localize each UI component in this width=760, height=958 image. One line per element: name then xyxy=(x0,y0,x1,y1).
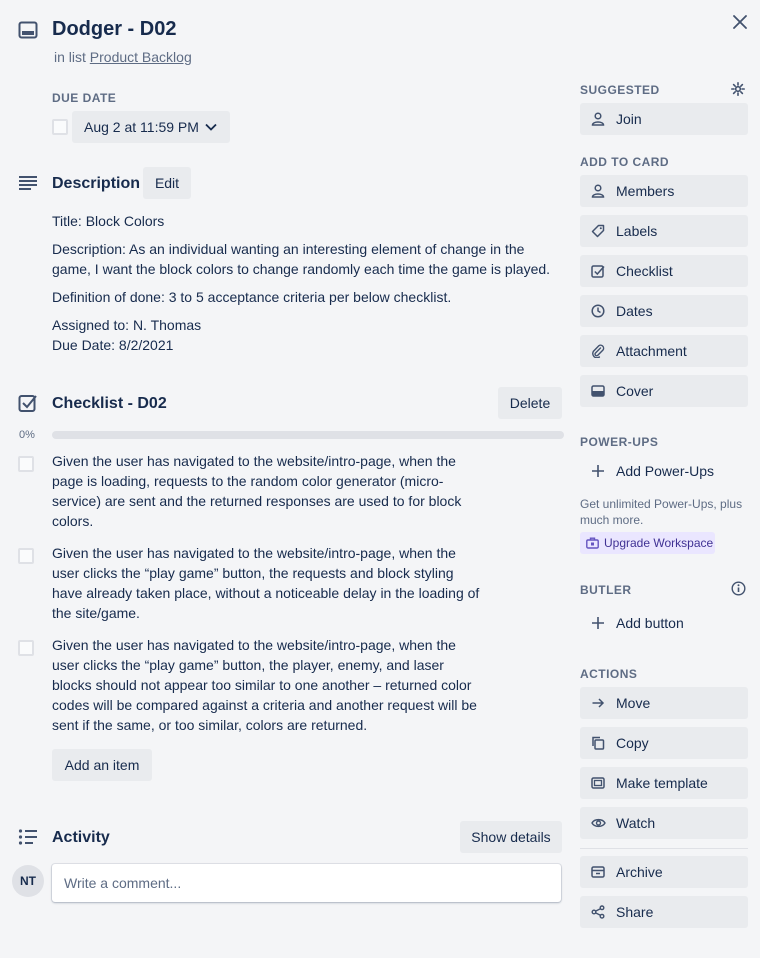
join-label: Join xyxy=(616,111,642,127)
watch-button[interactable]: Watch xyxy=(580,807,748,839)
show-details-button[interactable]: Show details xyxy=(460,821,562,853)
archive-button[interactable]: Archive xyxy=(580,856,748,888)
add-power-ups-button[interactable]: Add Power-Ups xyxy=(580,455,748,487)
make-template-button[interactable]: Make template xyxy=(580,767,748,799)
add-power-ups-label: Add Power-Ups xyxy=(616,463,715,479)
clock-icon xyxy=(590,304,606,318)
checklist-item[interactable]: Given the user has navigated to the webs… xyxy=(52,451,484,531)
tag-icon xyxy=(590,224,606,238)
briefcase-icon xyxy=(586,537,599,549)
checklist-label: Checklist xyxy=(616,263,673,279)
checklist-button[interactable]: Checklist xyxy=(580,255,748,287)
activity-title: Activity xyxy=(52,829,110,846)
close-icon[interactable] xyxy=(728,10,752,34)
checklist-item[interactable]: Given the user has navigated to the webs… xyxy=(52,635,484,735)
attachment-label: Attachment xyxy=(616,343,687,359)
share-label: Share xyxy=(616,904,654,920)
attachment-button[interactable]: Attachment xyxy=(580,335,748,367)
labels-button[interactable]: Labels xyxy=(580,215,748,247)
power-ups-promo-text: Get unlimited Power-Ups, plus much more. xyxy=(580,497,743,527)
checkbox-icon xyxy=(18,393,38,413)
move-label: Move xyxy=(616,695,651,711)
person-icon xyxy=(590,112,606,126)
add-butler-button[interactable]: Add button xyxy=(580,607,748,639)
due-date-value: Aug 2 at 11:59 PM xyxy=(84,119,199,135)
due-date-complete-checkbox[interactable] xyxy=(52,119,68,135)
person-icon xyxy=(590,184,606,198)
cover-icon xyxy=(590,384,606,398)
plus-icon xyxy=(590,616,606,630)
checklist-item-checkbox[interactable] xyxy=(18,456,34,472)
description-text-due: Due Date: 8/2/2021 xyxy=(52,337,174,353)
upgrade-workspace-label: Upgrade Workspace xyxy=(604,536,714,550)
add-button-label: Add button xyxy=(616,615,684,631)
description-text-body: Description: As an individual wanting an… xyxy=(52,241,551,277)
suggested-label: SUGGESTED xyxy=(580,83,660,97)
gear-icon[interactable] xyxy=(729,80,747,98)
chevron-down-icon xyxy=(205,123,217,131)
butler-label: BUTLER xyxy=(580,583,632,597)
arrow-right-icon xyxy=(590,696,606,710)
avatar[interactable]: NT xyxy=(12,865,44,897)
checklist-progress-percent: 0% xyxy=(19,429,35,441)
join-button[interactable]: Join xyxy=(580,103,748,135)
delete-checklist-button[interactable]: Delete xyxy=(498,387,562,419)
labels-label: Labels xyxy=(616,223,658,239)
card-icon xyxy=(18,21,38,39)
sidebar-divider xyxy=(580,848,748,849)
card-title[interactable]: Dodger - D02 xyxy=(52,18,176,41)
checklist-item-checkbox[interactable] xyxy=(18,548,34,564)
power-ups-label: POWER-UPS xyxy=(580,435,659,449)
dates-button[interactable]: Dates xyxy=(580,295,748,327)
archive-icon xyxy=(590,865,606,879)
template-icon xyxy=(590,776,606,790)
due-date-label: DUE DATE xyxy=(52,91,117,105)
share-icon xyxy=(590,905,606,919)
add-to-card-label: ADD TO CARD xyxy=(580,155,670,169)
checklist-item[interactable]: Given the user has navigated to the webs… xyxy=(52,543,484,623)
members-button[interactable]: Members xyxy=(580,175,748,207)
add-checklist-item-button[interactable]: Add an item xyxy=(52,749,152,781)
paperclip-icon xyxy=(590,344,606,358)
comment-input[interactable]: Write a comment... xyxy=(52,864,561,902)
make-template-label: Make template xyxy=(616,775,708,791)
info-icon[interactable] xyxy=(729,579,747,597)
plus-icon xyxy=(590,464,606,478)
in-list-prefix: in list xyxy=(54,49,86,65)
in-list-breadcrumb: in list Product Backlog xyxy=(54,49,192,65)
list-link[interactable]: Product Backlog xyxy=(90,49,192,65)
dates-label: Dates xyxy=(616,303,653,319)
share-button[interactable]: Share xyxy=(580,896,748,928)
move-button[interactable]: Move xyxy=(580,687,748,719)
checkbox-icon xyxy=(590,264,606,278)
actions-label: ACTIONS xyxy=(580,667,638,681)
description-title: Description xyxy=(52,175,141,192)
upgrade-workspace-button[interactable]: Upgrade Workspace xyxy=(580,532,715,554)
description-lines-icon xyxy=(18,175,38,191)
members-label: Members xyxy=(616,183,675,199)
checklist-title[interactable]: Checklist - D02 xyxy=(52,395,167,413)
archive-label: Archive xyxy=(616,864,663,880)
description-text-assigned: Assigned to: N. Thomas xyxy=(52,317,202,333)
description-text-done: Definition of done: 3 to 5 acceptance cr… xyxy=(52,289,452,305)
description-text-title: Title: Block Colors xyxy=(52,213,165,229)
activity-list-icon xyxy=(18,828,38,846)
copy-button[interactable]: Copy xyxy=(580,727,748,759)
cover-button[interactable]: Cover xyxy=(580,375,748,407)
due-date-button[interactable]: Aug 2 at 11:59 PM xyxy=(72,111,230,143)
edit-description-button[interactable]: Edit xyxy=(143,167,191,199)
checklist-progress-bar xyxy=(52,431,564,439)
copy-icon xyxy=(590,736,606,750)
cover-label: Cover xyxy=(616,383,654,399)
copy-label: Copy xyxy=(616,735,649,751)
eye-icon xyxy=(590,817,606,829)
watch-label: Watch xyxy=(616,815,656,831)
checklist-item-checkbox[interactable] xyxy=(18,640,34,656)
